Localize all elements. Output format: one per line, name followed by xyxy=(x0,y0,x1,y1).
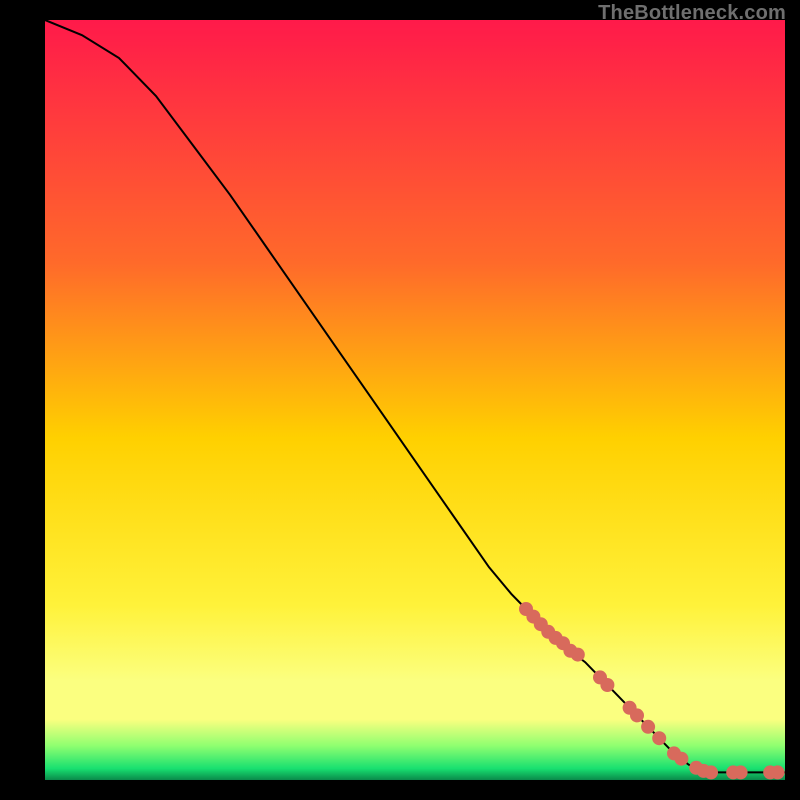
data-marker xyxy=(641,720,655,734)
data-marker xyxy=(652,731,666,745)
attribution-label: TheBottleneck.com xyxy=(598,2,786,25)
data-marker xyxy=(771,765,785,779)
chart-svg xyxy=(45,20,785,780)
data-marker xyxy=(674,752,688,766)
data-marker xyxy=(571,648,585,662)
data-marker xyxy=(630,708,644,722)
data-marker xyxy=(704,765,718,779)
gradient-background xyxy=(45,20,785,780)
data-marker xyxy=(734,765,748,779)
data-marker xyxy=(600,678,614,692)
chart-area xyxy=(45,20,785,780)
